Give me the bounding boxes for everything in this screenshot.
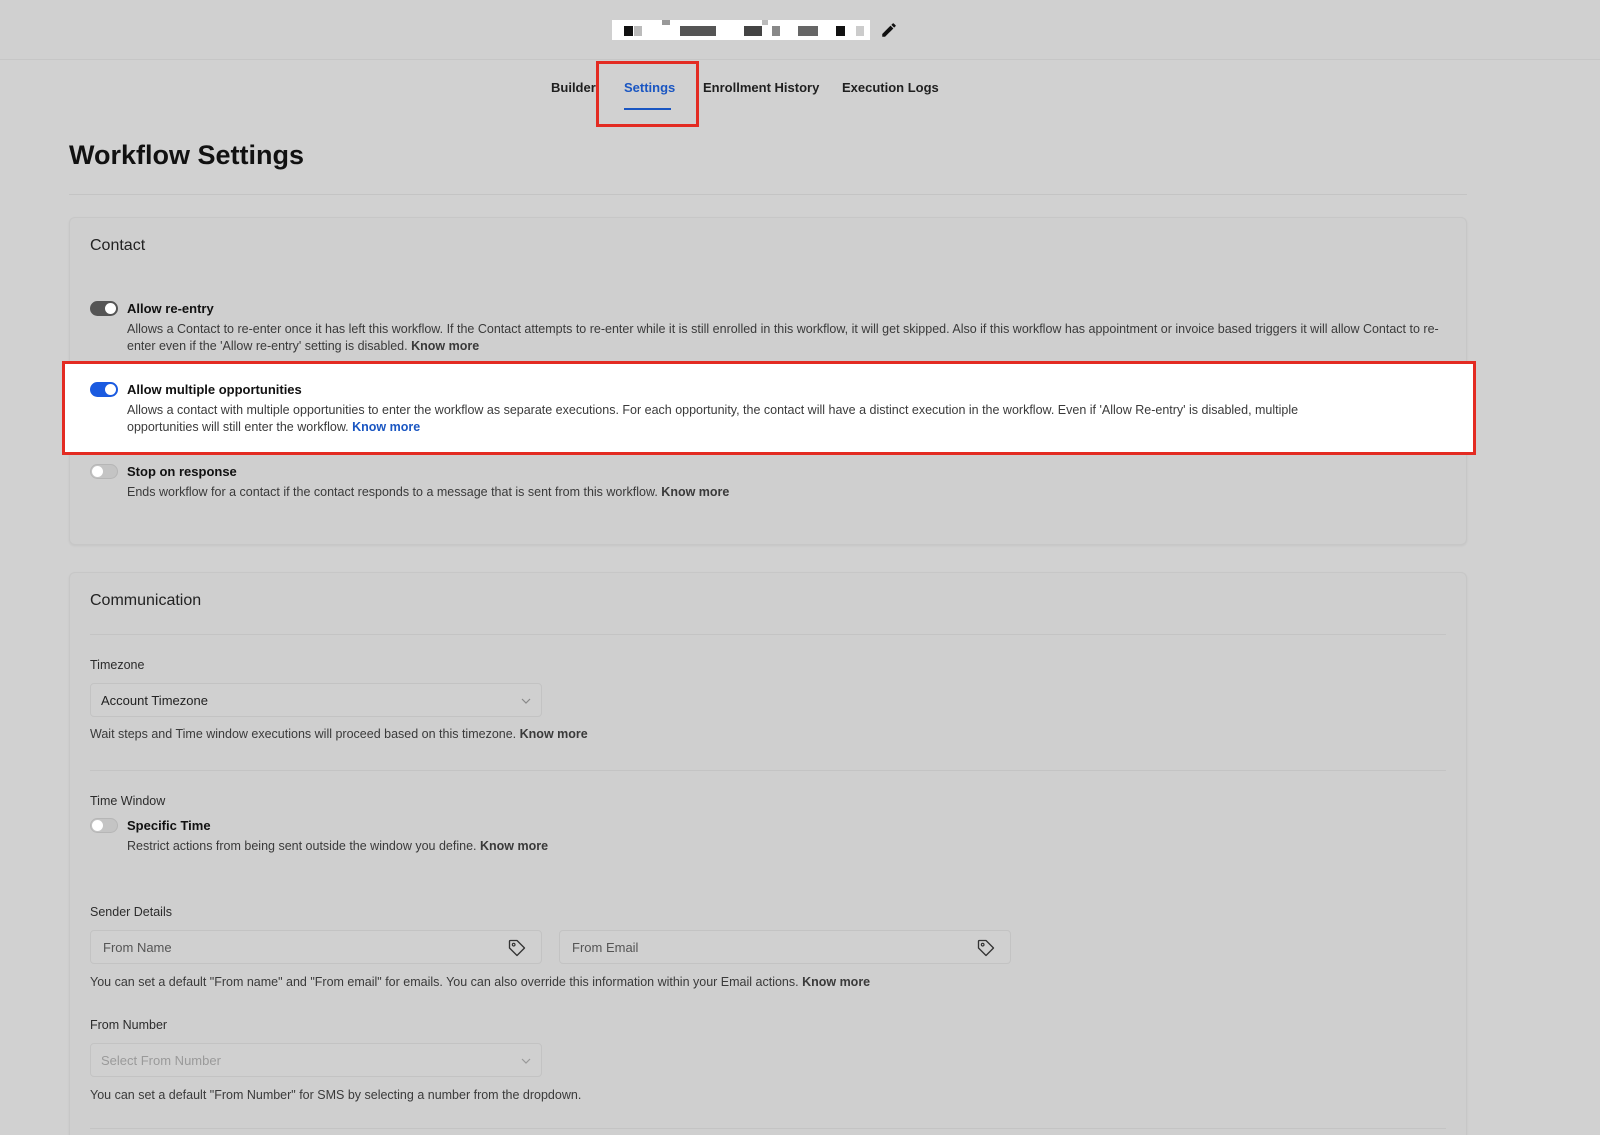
tab-execution-logs[interactable]: Execution Logs (842, 80, 939, 95)
stop-on-response-toggle[interactable] (90, 464, 118, 479)
divider (90, 634, 1446, 635)
know-more-link[interactable]: Know more (802, 975, 870, 989)
know-more-link[interactable]: Know more (661, 485, 729, 499)
tab-enrollment-history[interactable]: Enrollment History (703, 80, 819, 95)
from-name-input[interactable]: From Name (90, 930, 542, 964)
from-number-help: You can set a default "From Number" for … (90, 1088, 582, 1102)
allow-reentry-label: Allow re-entry (127, 301, 214, 316)
specific-time-desc-text: Restrict actions from being sent outside… (127, 839, 477, 853)
know-more-link[interactable]: Know more (520, 727, 588, 741)
sender-help: You can set a default "From name" and "F… (90, 975, 870, 989)
timezone-help-text: Wait steps and Time window executions wi… (90, 727, 517, 741)
divider (69, 194, 1467, 195)
specific-time-label: Specific Time (127, 818, 211, 833)
tag-icon[interactable] (507, 938, 527, 958)
from-number-placeholder: Select From Number (101, 1053, 221, 1068)
pencil-icon[interactable] (880, 21, 898, 39)
allow-reentry-desc-text: Allows a Contact to re-enter once it has… (127, 322, 1439, 353)
timezone-label: Timezone (90, 658, 145, 672)
chevron-down-icon (521, 1058, 531, 1064)
workflow-name-redacted[interactable] (612, 20, 870, 40)
allow-multiple-opportunities-desc: Allows a contact with multiple opportuni… (127, 402, 1367, 436)
stop-on-response-desc: Ends workflow for a contact if the conta… (127, 484, 1447, 501)
specific-time-toggle[interactable] (90, 818, 118, 833)
know-more-link[interactable]: Know more (480, 839, 548, 853)
divider (90, 1128, 1446, 1129)
timezone-value: Account Timezone (101, 693, 208, 708)
allow-multiple-opportunities-desc-text: Allows a contact with multiple opportuni… (127, 403, 1299, 434)
from-number-select[interactable]: Select From Number (90, 1043, 542, 1077)
tag-icon[interactable] (976, 938, 996, 958)
from-email-placeholder: From Email (572, 940, 639, 955)
top-bar (0, 0, 1600, 60)
divider (90, 770, 1446, 771)
page-title: Workflow Settings (69, 140, 305, 170)
allow-multiple-opportunities-label: Allow multiple opportunities (127, 382, 302, 397)
highlight-box-settings-tab (596, 61, 699, 127)
know-more-link[interactable]: Know more (352, 420, 420, 434)
specific-time-desc: Restrict actions from being sent outside… (127, 838, 1447, 855)
timezone-help: Wait steps and Time window executions wi… (90, 727, 588, 741)
tab-bar: Builder Settings Enrollment History Exec… (0, 60, 1600, 120)
from-email-input[interactable]: From Email (559, 930, 1011, 964)
section-title-communication: Communication (90, 592, 202, 609)
section-title-contact: Contact (90, 237, 146, 254)
tab-builder[interactable]: Builder (551, 80, 596, 95)
know-more-link[interactable]: Know more (411, 339, 479, 353)
allow-reentry-toggle[interactable] (90, 301, 118, 316)
chevron-down-icon (521, 698, 531, 704)
timezone-select[interactable]: Account Timezone (90, 683, 542, 717)
sender-help-text: You can set a default "From name" and "F… (90, 975, 799, 989)
from-name-placeholder: From Name (103, 940, 172, 955)
allow-reentry-desc: Allows a Contact to re-enter once it has… (127, 321, 1447, 355)
sender-details-label: Sender Details (90, 905, 172, 919)
from-number-label: From Number (90, 1018, 168, 1032)
allow-multiple-opportunities-toggle[interactable] (90, 382, 118, 397)
time-window-label: Time Window (90, 794, 166, 808)
stop-on-response-label: Stop on response (127, 464, 237, 479)
stop-on-response-desc-text: Ends workflow for a contact if the conta… (127, 485, 658, 499)
